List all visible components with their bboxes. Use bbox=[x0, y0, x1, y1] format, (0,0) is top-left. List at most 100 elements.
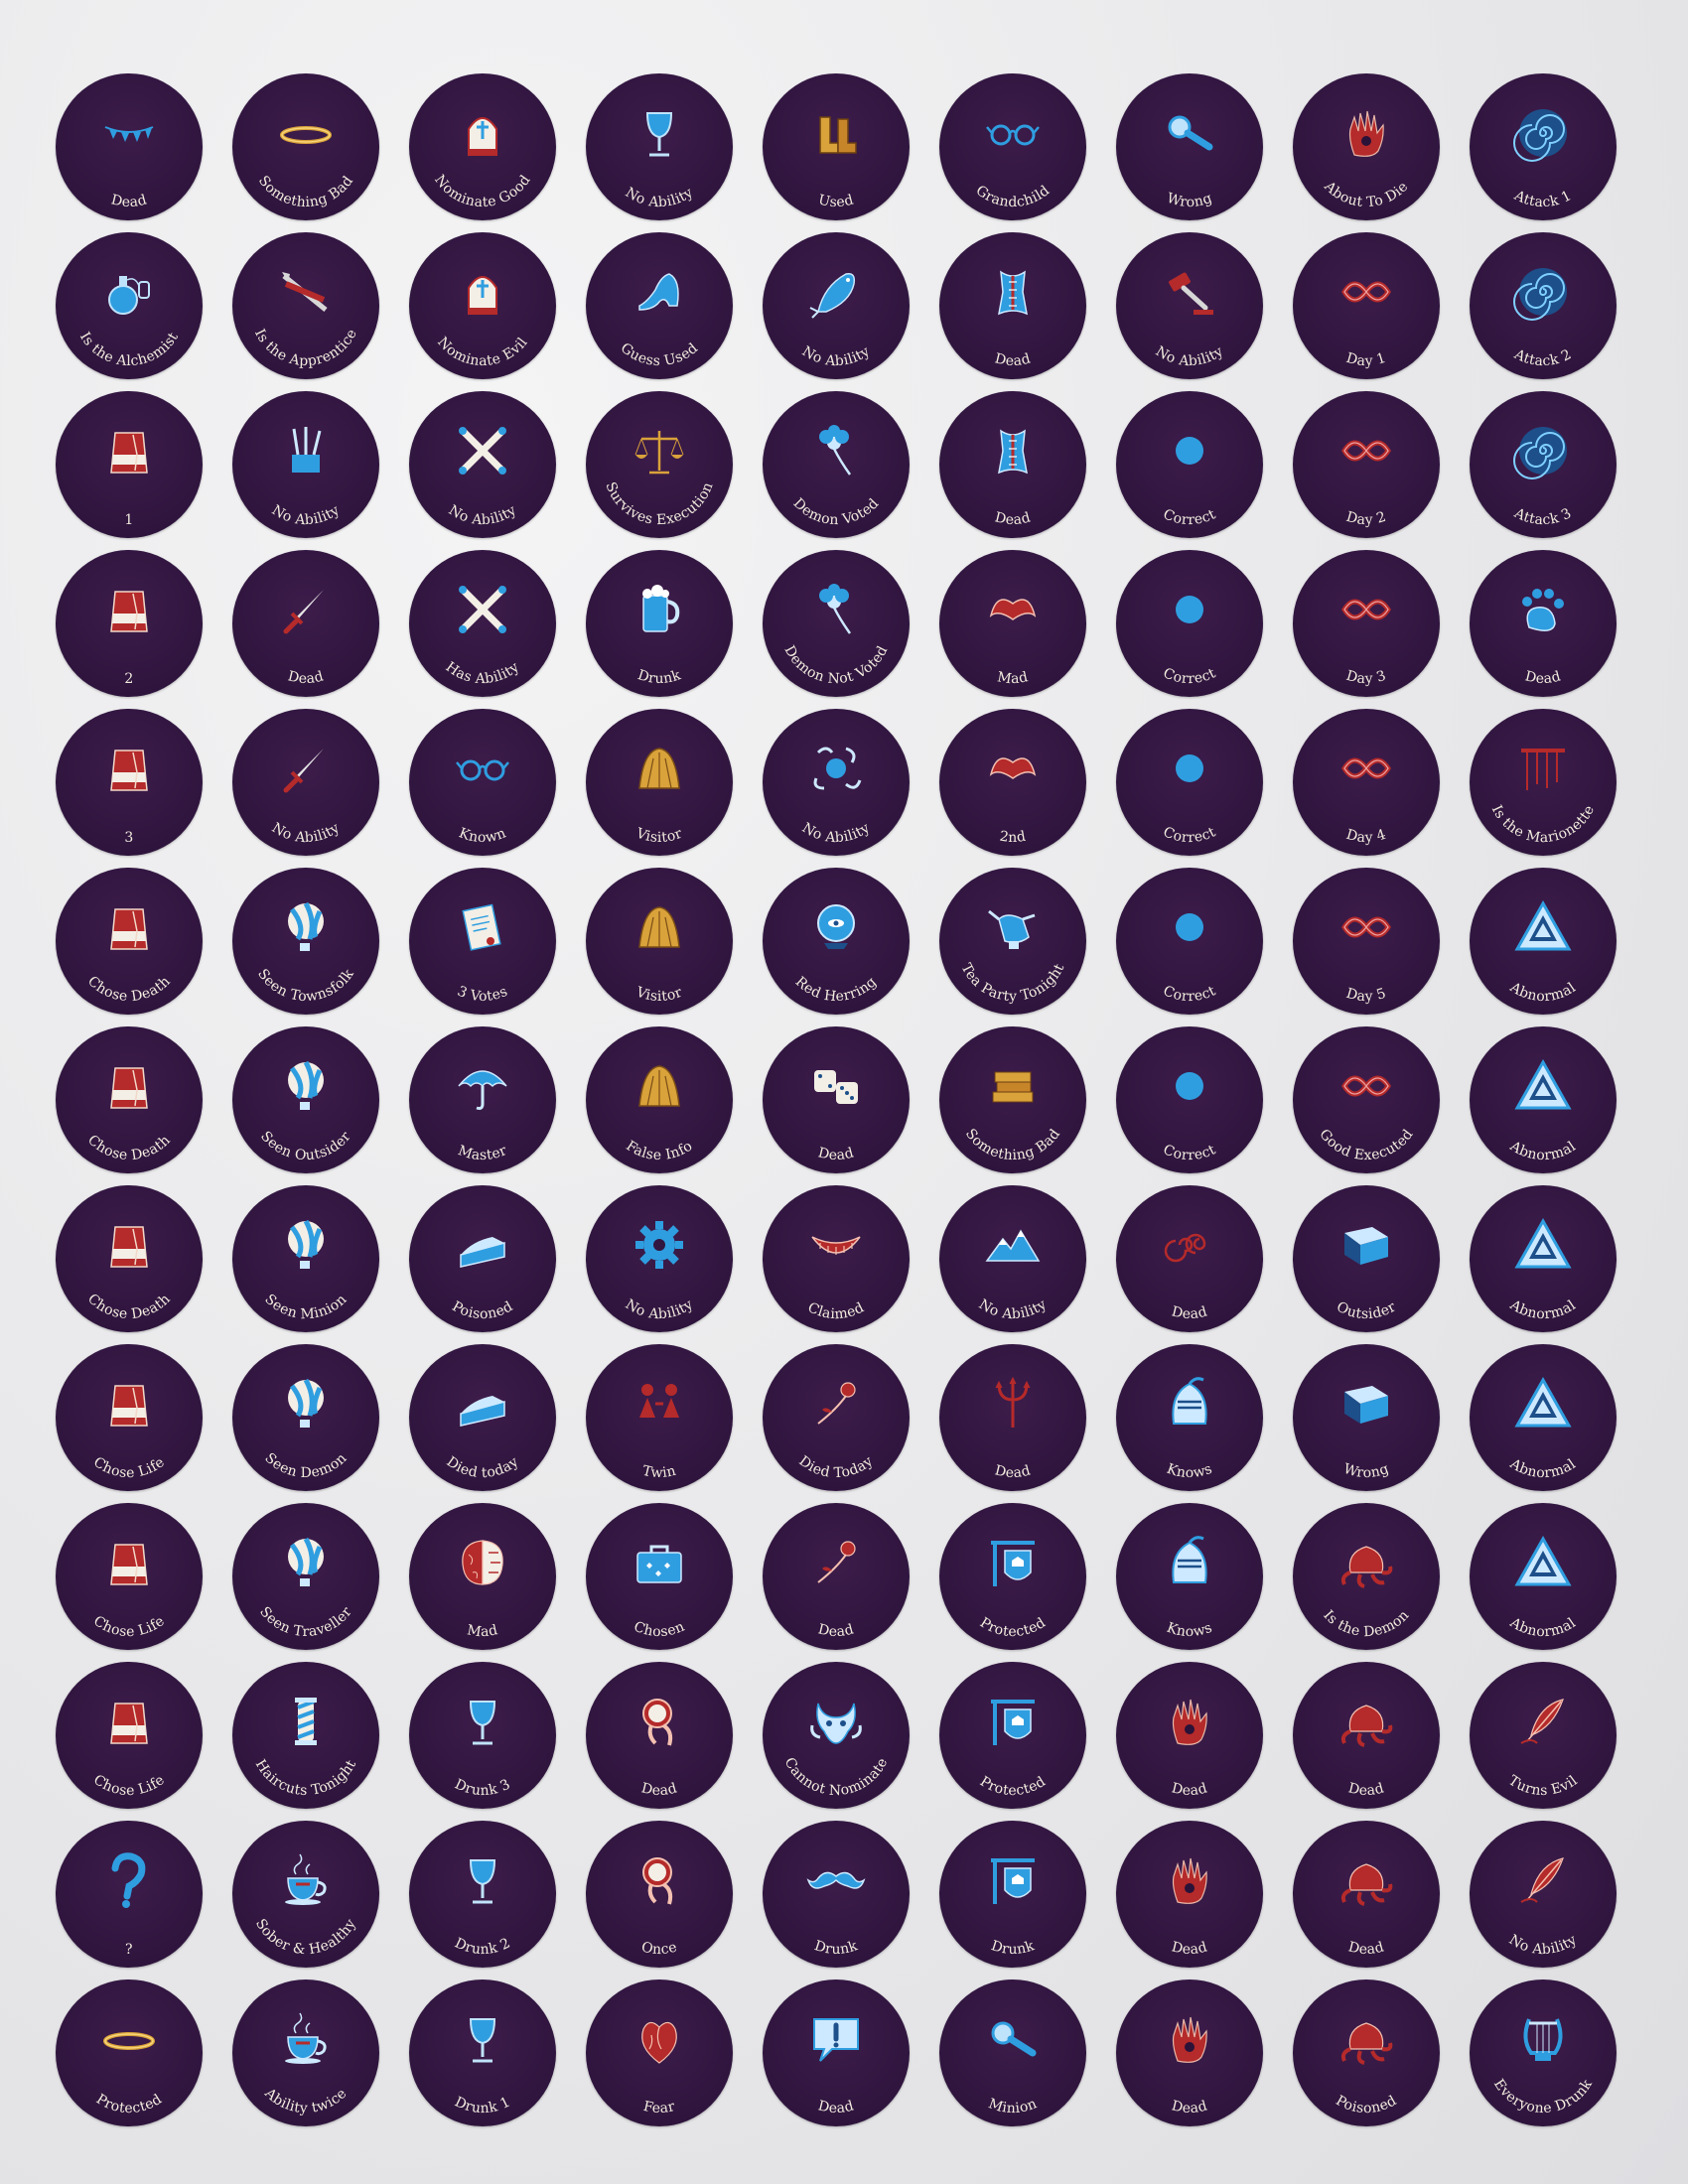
token[interactable]: Seen Traveller bbox=[232, 1503, 379, 1650]
token[interactable]: Mad bbox=[939, 550, 1086, 697]
token[interactable]: 3 bbox=[56, 709, 203, 856]
token[interactable]: Day 3 bbox=[1293, 550, 1440, 697]
token[interactable]: Seen Townsfolk bbox=[232, 868, 379, 1015]
token[interactable]: Demon Not Voted bbox=[763, 550, 910, 697]
token[interactable]: Correct bbox=[1116, 1026, 1263, 1173]
token[interactable]: Used bbox=[763, 73, 910, 220]
token[interactable]: Correct bbox=[1116, 391, 1263, 538]
token[interactable]: Is the Demon bbox=[1293, 1503, 1440, 1650]
token[interactable]: Abnormal bbox=[1470, 1026, 1617, 1173]
token[interactable]: About To Die bbox=[1293, 73, 1440, 220]
token[interactable]: No Ability bbox=[232, 391, 379, 538]
token[interactable]: Protected bbox=[939, 1503, 1086, 1650]
token[interactable]: Is the Alchemist bbox=[56, 232, 203, 379]
token[interactable]: Seen Demon bbox=[232, 1344, 379, 1491]
token[interactable]: Dead bbox=[1116, 1185, 1263, 1332]
token[interactable]: No Ability bbox=[586, 73, 733, 220]
token[interactable]: No Ability bbox=[939, 1185, 1086, 1332]
token[interactable]: Demon Voted bbox=[763, 391, 910, 538]
token[interactable]: Dead bbox=[586, 1662, 733, 1809]
token[interactable]: Chose Death bbox=[56, 868, 203, 1015]
token[interactable]: Abnormal bbox=[1470, 1503, 1617, 1650]
token[interactable]: No Ability bbox=[1470, 1821, 1617, 1968]
token[interactable]: Chosen bbox=[586, 1503, 733, 1650]
token[interactable]: Poisoned bbox=[1293, 1979, 1440, 2126]
token[interactable]: Dead bbox=[1293, 1662, 1440, 1809]
token[interactable]: No Ability bbox=[1116, 232, 1263, 379]
token[interactable]: Twin bbox=[586, 1344, 733, 1491]
token[interactable]: Master bbox=[409, 1026, 556, 1173]
token[interactable]: 2 bbox=[56, 550, 203, 697]
token[interactable]: No Ability bbox=[763, 232, 910, 379]
token[interactable]: Dead bbox=[1116, 1979, 1263, 2126]
token[interactable]: Chose Life bbox=[56, 1344, 203, 1491]
token[interactable]: Correct bbox=[1116, 868, 1263, 1015]
token[interactable]: Drunk bbox=[586, 550, 733, 697]
token[interactable]: Died today bbox=[409, 1344, 556, 1491]
token[interactable]: Haircuts Tonight bbox=[232, 1662, 379, 1809]
token[interactable]: Correct bbox=[1116, 709, 1263, 856]
token[interactable]: Known bbox=[409, 709, 556, 856]
token[interactable]: Abnormal bbox=[1470, 1185, 1617, 1332]
token[interactable]: Correct bbox=[1116, 550, 1263, 697]
token[interactable]: Chose Life bbox=[56, 1503, 203, 1650]
token[interactable]: Something Bad bbox=[939, 1026, 1086, 1173]
token[interactable]: 3 Votes bbox=[409, 868, 556, 1015]
token[interactable]: Dead bbox=[56, 73, 203, 220]
token[interactable]: Nominate Evil bbox=[409, 232, 556, 379]
token[interactable]: Dead bbox=[939, 1344, 1086, 1491]
token[interactable]: Dead bbox=[763, 1503, 910, 1650]
token[interactable]: Dead bbox=[1293, 1821, 1440, 1968]
token[interactable]: Dead bbox=[1470, 550, 1617, 697]
token[interactable]: Sober & Healthy bbox=[232, 1821, 379, 1968]
token[interactable]: Outsider bbox=[1293, 1185, 1440, 1332]
token[interactable]: Day 4 bbox=[1293, 709, 1440, 856]
token[interactable]: Drunk 2 bbox=[409, 1821, 556, 1968]
token[interactable]: Abnormal bbox=[1470, 1344, 1617, 1491]
token[interactable]: Visitor bbox=[586, 709, 733, 856]
token[interactable]: Dead bbox=[763, 1026, 910, 1173]
token[interactable]: Turns Evil bbox=[1470, 1662, 1617, 1809]
token[interactable]: Dead bbox=[939, 391, 1086, 538]
token[interactable]: Ability twice bbox=[232, 1979, 379, 2126]
token[interactable]: Dead bbox=[763, 1979, 910, 2126]
token[interactable]: Something Bad bbox=[232, 73, 379, 220]
token[interactable]: Seen Outsider bbox=[232, 1026, 379, 1173]
token[interactable]: False Info bbox=[586, 1026, 733, 1173]
token[interactable]: Tea Party Tonight bbox=[939, 868, 1086, 1015]
token[interactable]: 1 bbox=[56, 391, 203, 538]
token[interactable]: Mad bbox=[409, 1503, 556, 1650]
token[interactable]: Is the Marionette bbox=[1470, 709, 1617, 856]
token[interactable]: Dead bbox=[1116, 1821, 1263, 1968]
token[interactable]: Attack 3 bbox=[1470, 391, 1617, 538]
token[interactable]: Minion bbox=[939, 1979, 1086, 2126]
token[interactable]: Knows bbox=[1116, 1503, 1263, 1650]
token[interactable]: Day 2 bbox=[1293, 391, 1440, 538]
token[interactable]: ? bbox=[56, 1821, 203, 1968]
token[interactable]: Cannot Nominate bbox=[763, 1662, 910, 1809]
token[interactable]: Everyone Drunk bbox=[1470, 1979, 1617, 2126]
token[interactable]: Abnormal bbox=[1470, 868, 1617, 1015]
token[interactable]: Seen Minion bbox=[232, 1185, 379, 1332]
token[interactable]: Knows bbox=[1116, 1344, 1263, 1491]
token[interactable]: Protected bbox=[56, 1979, 203, 2126]
token[interactable]: Red Herring bbox=[763, 868, 910, 1015]
token[interactable]: Chose Death bbox=[56, 1026, 203, 1173]
token[interactable]: Has Ability bbox=[409, 550, 556, 697]
token[interactable]: Attack 2 bbox=[1470, 232, 1617, 379]
token[interactable]: Once bbox=[586, 1821, 733, 1968]
token[interactable]: Dead bbox=[232, 550, 379, 697]
token[interactable]: Poisoned bbox=[409, 1185, 556, 1332]
token[interactable]: Attack 1 bbox=[1470, 73, 1617, 220]
token[interactable]: No Ability bbox=[232, 709, 379, 856]
token[interactable]: Dead bbox=[939, 232, 1086, 379]
token[interactable]: Day 1 bbox=[1293, 232, 1440, 379]
token[interactable]: Visitor bbox=[586, 868, 733, 1015]
token[interactable]: Claimed bbox=[763, 1185, 910, 1332]
token[interactable]: Dead bbox=[1116, 1662, 1263, 1809]
token[interactable]: No Ability bbox=[586, 1185, 733, 1332]
token[interactable]: Drunk bbox=[939, 1821, 1086, 1968]
token[interactable]: Is the Apprentice bbox=[232, 232, 379, 379]
token[interactable]: Guess Used bbox=[586, 232, 733, 379]
token[interactable]: Day 5 bbox=[1293, 868, 1440, 1015]
